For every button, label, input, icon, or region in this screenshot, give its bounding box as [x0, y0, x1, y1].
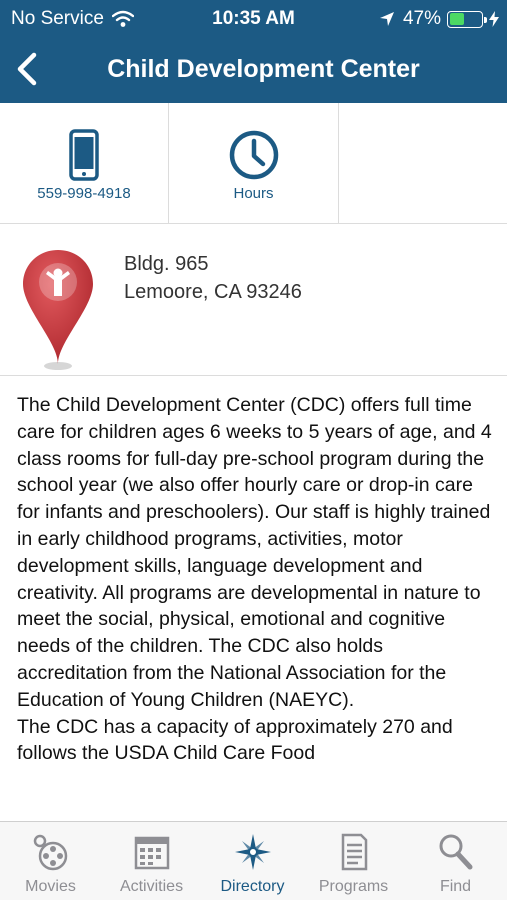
page-title: Child Development Center	[107, 55, 420, 83]
charging-bolt-icon	[489, 11, 499, 27]
clock-icon-wrap	[169, 129, 338, 181]
tab-label: Activities	[119, 878, 184, 895]
address-section[interactable]: Bldg. 965 Lemoore, CA 93246	[0, 224, 507, 376]
compass-icon-wrap	[202, 832, 303, 872]
location-arrow-icon	[379, 12, 394, 26]
call-button[interactable]: 559-998-4918	[0, 103, 169, 223]
film-reel-icon-wrap	[0, 832, 101, 872]
tab-directory[interactable]: Directory	[202, 822, 303, 900]
search-icon-wrap	[404, 832, 507, 872]
document-icon	[341, 833, 367, 871]
tab-activities[interactable]: Activities	[101, 822, 202, 900]
battery-tip	[484, 16, 487, 23]
battery-percent: 47%	[402, 8, 441, 29]
map-pin-icon	[23, 250, 93, 370]
action-tiles: 559-998-4918 Hours	[0, 103, 507, 224]
description-paragraph-2: The CDC has a capacity of approximately …	[17, 715, 453, 765]
address-text: Bldg. 965 Lemoore, CA 93246	[124, 250, 302, 306]
search-icon	[439, 834, 472, 870]
tab-label: Programs	[318, 878, 389, 895]
tab-label: Find	[439, 878, 472, 895]
battery-icon	[447, 10, 487, 28]
status-right: 47%	[379, 8, 499, 30]
phone-icon-wrap	[0, 129, 168, 181]
battery-level	[449, 13, 465, 25]
header: No Service 10:35 AM 47% Child Developmen…	[0, 0, 507, 103]
compass-icon	[234, 834, 271, 870]
tab-label: Movies	[25, 878, 76, 895]
tab-bar: Movies Activities Directory Programs Fin…	[0, 821, 507, 900]
hours-label: Hours	[233, 185, 274, 202]
hours-button[interactable]: Hours	[169, 103, 339, 223]
document-icon-wrap	[303, 832, 404, 872]
description: The Child Development Center (CDC) offer…	[17, 392, 495, 820]
film-reel-icon	[33, 834, 67, 871]
description-paragraph-1: The Child Development Center (CDC) offer…	[17, 394, 492, 711]
nav-bar: Child Development Center	[0, 36, 507, 103]
empty-tile	[339, 103, 507, 223]
tab-programs[interactable]: Programs	[303, 822, 404, 900]
status-bar: No Service 10:35 AM 47%	[0, 0, 507, 36]
phone-number-label: 559-998-4918	[37, 185, 131, 202]
tab-find[interactable]: Find	[404, 822, 507, 900]
address-line-2: Lemoore, CA 93246	[124, 281, 302, 303]
calendar-icon-wrap	[101, 832, 202, 872]
address-line-1: Bldg. 965	[124, 253, 209, 275]
calendar-icon	[134, 836, 169, 870]
clock-icon	[229, 130, 278, 180]
tab-label: Directory	[220, 878, 285, 895]
tab-movies[interactable]: Movies	[0, 822, 101, 900]
phone-icon	[69, 129, 99, 181]
